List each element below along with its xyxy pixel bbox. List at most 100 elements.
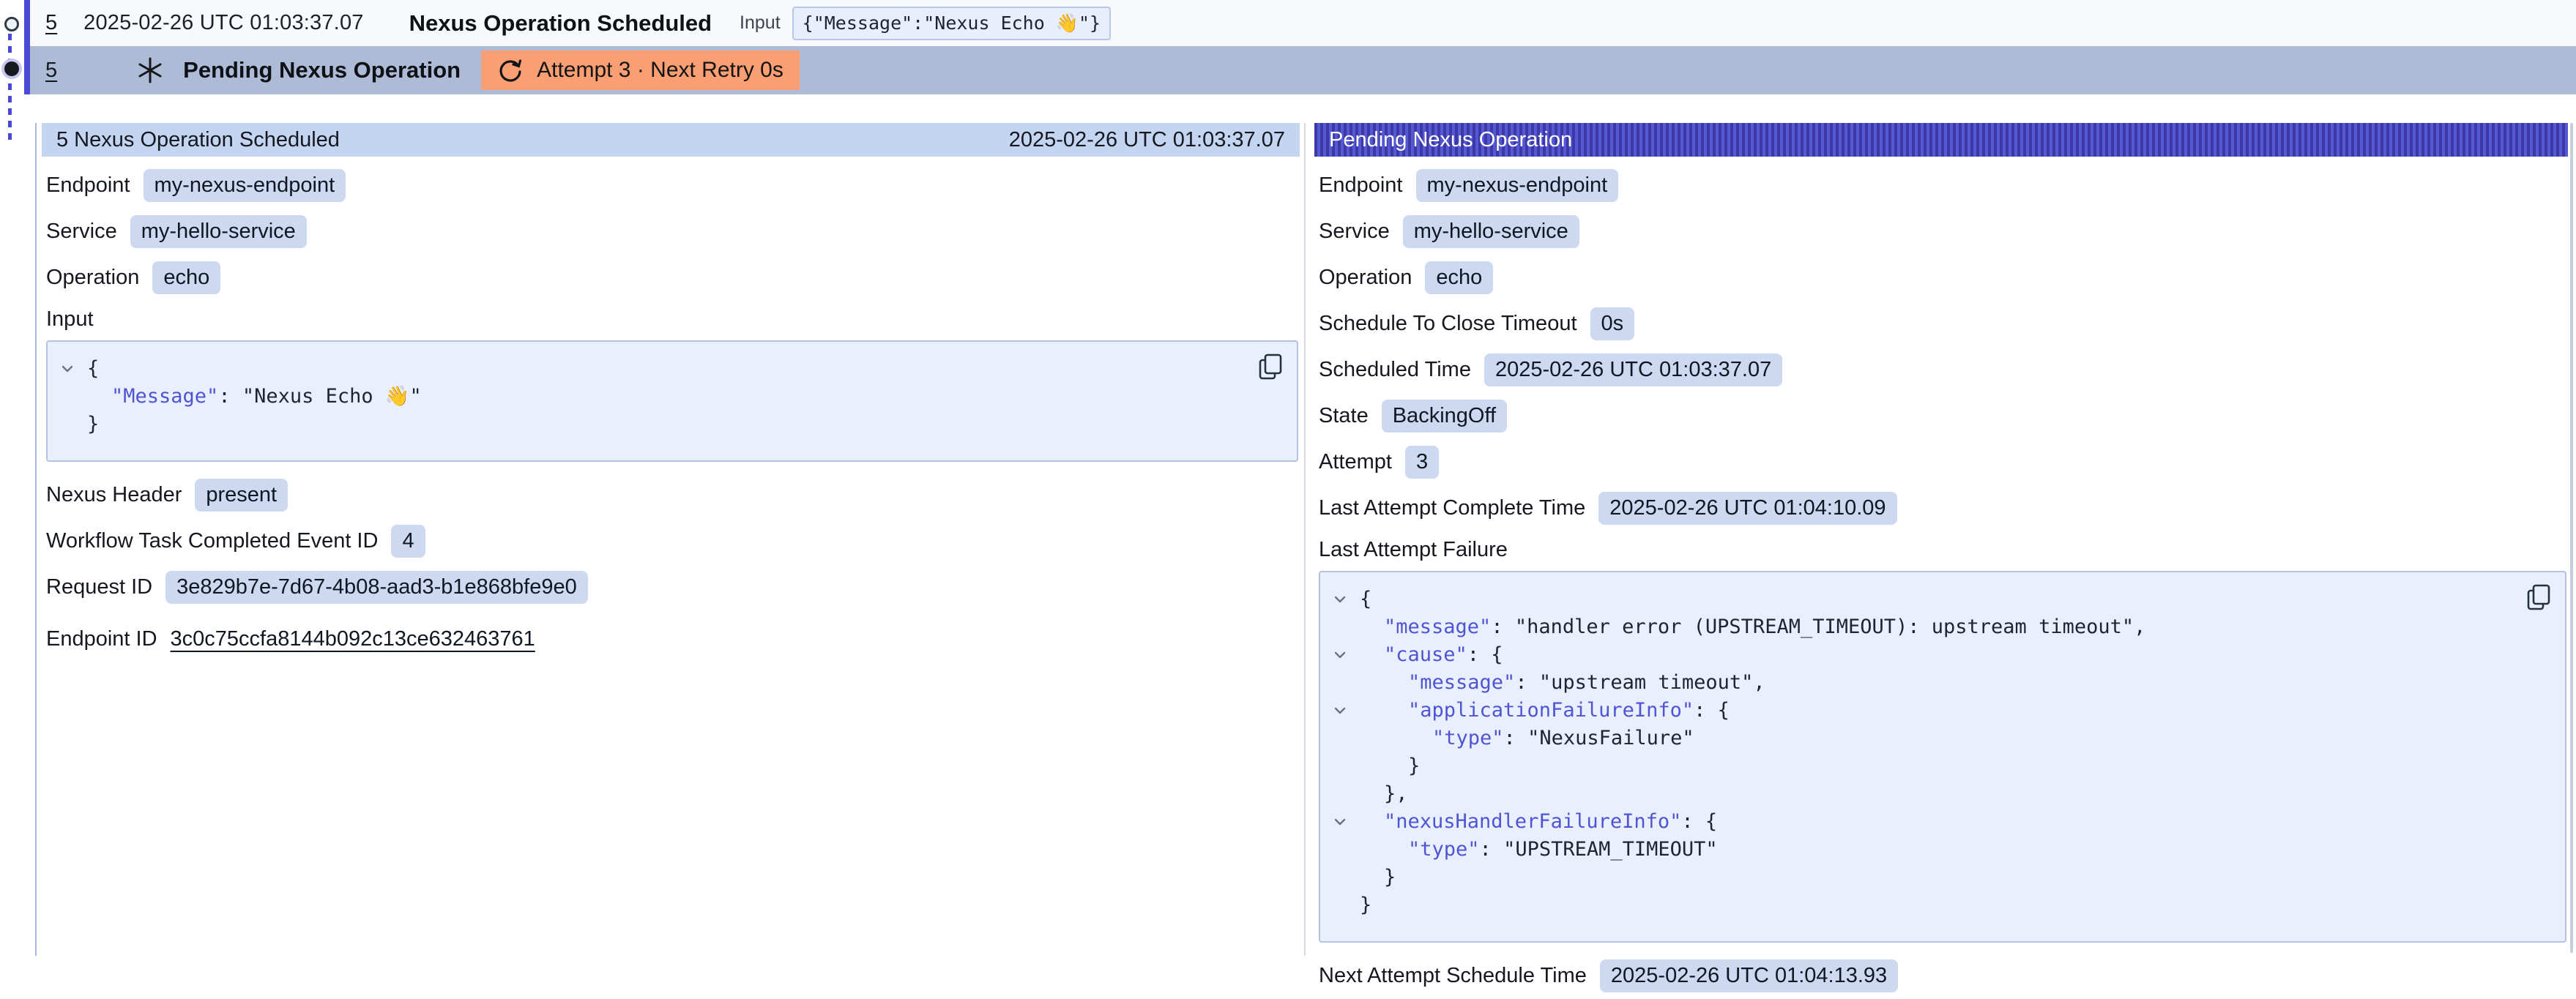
code-gutter [1332, 613, 1360, 641]
field-label: Scheduled Time [1319, 358, 1471, 382]
event-id-link[interactable]: 5 [45, 11, 57, 35]
field-label: Request ID [46, 575, 152, 599]
field-label: Service [46, 220, 117, 244]
field-row-endpoint: Endpoint my-nexus-endpoint [46, 162, 1300, 209]
field-row-endpoint-id: Endpoint ID 3c0c75ccfa8144b092c13ce63246… [46, 610, 1300, 667]
field-value-badge: 2025-02-26 UTC 01:04:10.09 [1598, 492, 1896, 525]
input-preview-chip[interactable]: {"Message":"Nexus Echo 👋"} [792, 7, 1111, 40]
field-label: Endpoint ID [46, 627, 157, 651]
field-row-service: Service my-hello-service [1319, 209, 2568, 255]
timeline-active-bar [24, 0, 30, 94]
field-value-badge: 3 [1405, 446, 1439, 479]
code-line: } [1332, 752, 2514, 780]
panel-header: 5 Nexus Operation Scheduled 2025-02-26 U… [42, 123, 1300, 157]
code-gutter [1332, 864, 1360, 891]
timeline-connector-dashed [8, 34, 12, 143]
attempt-retry-badge: Attempt 3 · Next Retry 0s [481, 50, 800, 90]
code-line-content: } [1360, 891, 1371, 919]
field-value-badge: 4 [391, 525, 425, 558]
input-label: Input [740, 12, 781, 34]
event-row-scheduled[interactable]: 5 2025-02-26 UTC 01:03:37.07 Nexus Opera… [30, 0, 2576, 46]
field-label: Workflow Task Completed Event ID [46, 529, 378, 553]
retry-icon [497, 57, 524, 83]
code-line: { [59, 355, 1246, 383]
panel-divider [1304, 123, 1306, 956]
collapse-chevron-icon[interactable] [1332, 585, 1360, 613]
code-line: "message": "upstream timeout", [1332, 669, 2514, 697]
panel-header-timestamp: 2025-02-26 UTC 01:03:37.07 [1009, 128, 1285, 152]
code-line: "cause": { [1332, 641, 2514, 669]
field-value-badge: my-nexus-endpoint [144, 169, 346, 202]
code-line: "nexusHandlerFailureInfo": { [1332, 808, 2514, 836]
code-line-content: "Message": "Nexus Echo 👋" [87, 383, 422, 411]
collapse-chevron-icon[interactable] [1332, 641, 1360, 669]
code-line-content: "type": "UPSTREAM_TIMEOUT" [1360, 836, 1718, 864]
field-value-badge: 0s [1590, 307, 1635, 340]
field-label: Operation [1319, 266, 1412, 290]
vertical-scrollbar[interactable] [2570, 123, 2573, 953]
failure-block-label: Last Attempt Failure [1319, 531, 2568, 568]
code-line-content: { [87, 355, 99, 383]
panel-header-pending: Pending Nexus Operation [1314, 123, 2568, 157]
code-line-content: "message": "handler error (UPSTREAM_TIME… [1360, 613, 2145, 641]
code-line: "applicationFailureInfo": { [1332, 697, 2514, 725]
code-line: } [1332, 864, 2514, 891]
code-line: }, [1332, 780, 2514, 808]
code-gutter [1332, 891, 1360, 919]
field-value-badge: echo [1425, 261, 1493, 294]
field-label: Endpoint [46, 173, 130, 198]
event-row-pending[interactable]: 5 Pending Nexus Operation Attempt 3 · Ne… [30, 46, 2576, 94]
copy-icon[interactable] [1256, 352, 1285, 381]
event-title: Nexus Operation Scheduled [409, 10, 712, 37]
field-row-operation: Operation echo [46, 255, 1300, 301]
field-row-state: State BackingOff [1319, 393, 2568, 439]
endpoint-id-link[interactable]: 3c0c75ccfa8144b092c13ce632463761 [171, 627, 535, 651]
pending-asterisk-icon [136, 56, 164, 84]
code-gutter [59, 411, 87, 438]
field-value-badge: my-hello-service [1403, 215, 1579, 248]
field-row-last-attempt-complete-time: Last Attempt Complete Time 2025-02-26 UT… [1319, 485, 2568, 531]
event-timestamp: 2025-02-26 UTC 01:03:37.07 [83, 11, 363, 35]
field-row-scheduled-time: Scheduled Time 2025-02-26 UTC 01:03:37.0… [1319, 347, 2568, 393]
panel-header-title: Pending Nexus Operation [1329, 128, 1572, 152]
code-line: } [59, 411, 1246, 438]
field-row-attempt: Attempt 3 [1319, 439, 2568, 485]
collapse-chevron-icon[interactable] [1332, 697, 1360, 725]
field-label: State [1319, 404, 1369, 428]
panel-pending-nexus-operation: Pending Nexus Operation Endpoint my-nexu… [1314, 123, 2568, 999]
code-gutter [1332, 752, 1360, 780]
field-value-badge: present [195, 479, 288, 512]
expanded-group-border [35, 123, 37, 956]
code-line-content: }, [1360, 780, 1408, 808]
code-line-content: } [87, 411, 99, 438]
field-label: Attempt [1319, 450, 1392, 474]
field-value-badge: 2025-02-26 UTC 01:03:37.07 [1484, 353, 1782, 386]
field-label: Last Attempt Complete Time [1319, 496, 1585, 520]
timeline-node-current-icon [4, 61, 19, 76]
event-id-link[interactable]: 5 [45, 59, 57, 83]
field-row-next-attempt-schedule-time: Next Attempt Schedule Time 2025-02-26 UT… [1319, 953, 2568, 999]
code-line-content: } [1360, 752, 1420, 780]
field-label: Operation [46, 266, 139, 290]
field-label: Nexus Header [46, 483, 182, 507]
field-value-badge: my-hello-service [130, 215, 307, 248]
panel-nexus-operation-scheduled: 5 Nexus Operation Scheduled 2025-02-26 U… [42, 123, 1300, 667]
input-block-label: Input [46, 301, 1300, 337]
code-line: "message": "handler error (UPSTREAM_TIME… [1332, 613, 2514, 641]
code-line-content: "message": "upstream timeout", [1360, 669, 1765, 697]
code-line-content: } [1360, 864, 1396, 891]
collapse-chevron-icon[interactable] [59, 355, 87, 383]
field-row-service: Service my-hello-service [46, 209, 1300, 255]
code-line: "Message": "Nexus Echo 👋" [59, 383, 1246, 411]
code-line-content: "cause": { [1360, 641, 1503, 669]
collapse-chevron-icon[interactable] [1332, 808, 1360, 836]
field-row-schedule-to-close-timeout: Schedule To Close Timeout 0s [1319, 301, 2568, 347]
code-gutter [1332, 669, 1360, 697]
event-title: Pending Nexus Operation [183, 57, 461, 83]
code-gutter [1332, 780, 1360, 808]
code-gutter [1332, 725, 1360, 752]
field-value-badge: echo [152, 261, 220, 294]
field-label: Next Attempt Schedule Time [1319, 964, 1587, 988]
temporal-event-history-view: { "colors": { "accent_indigo": "#4a49d4"… [0, 0, 2576, 956]
copy-icon[interactable] [2524, 583, 2553, 612]
